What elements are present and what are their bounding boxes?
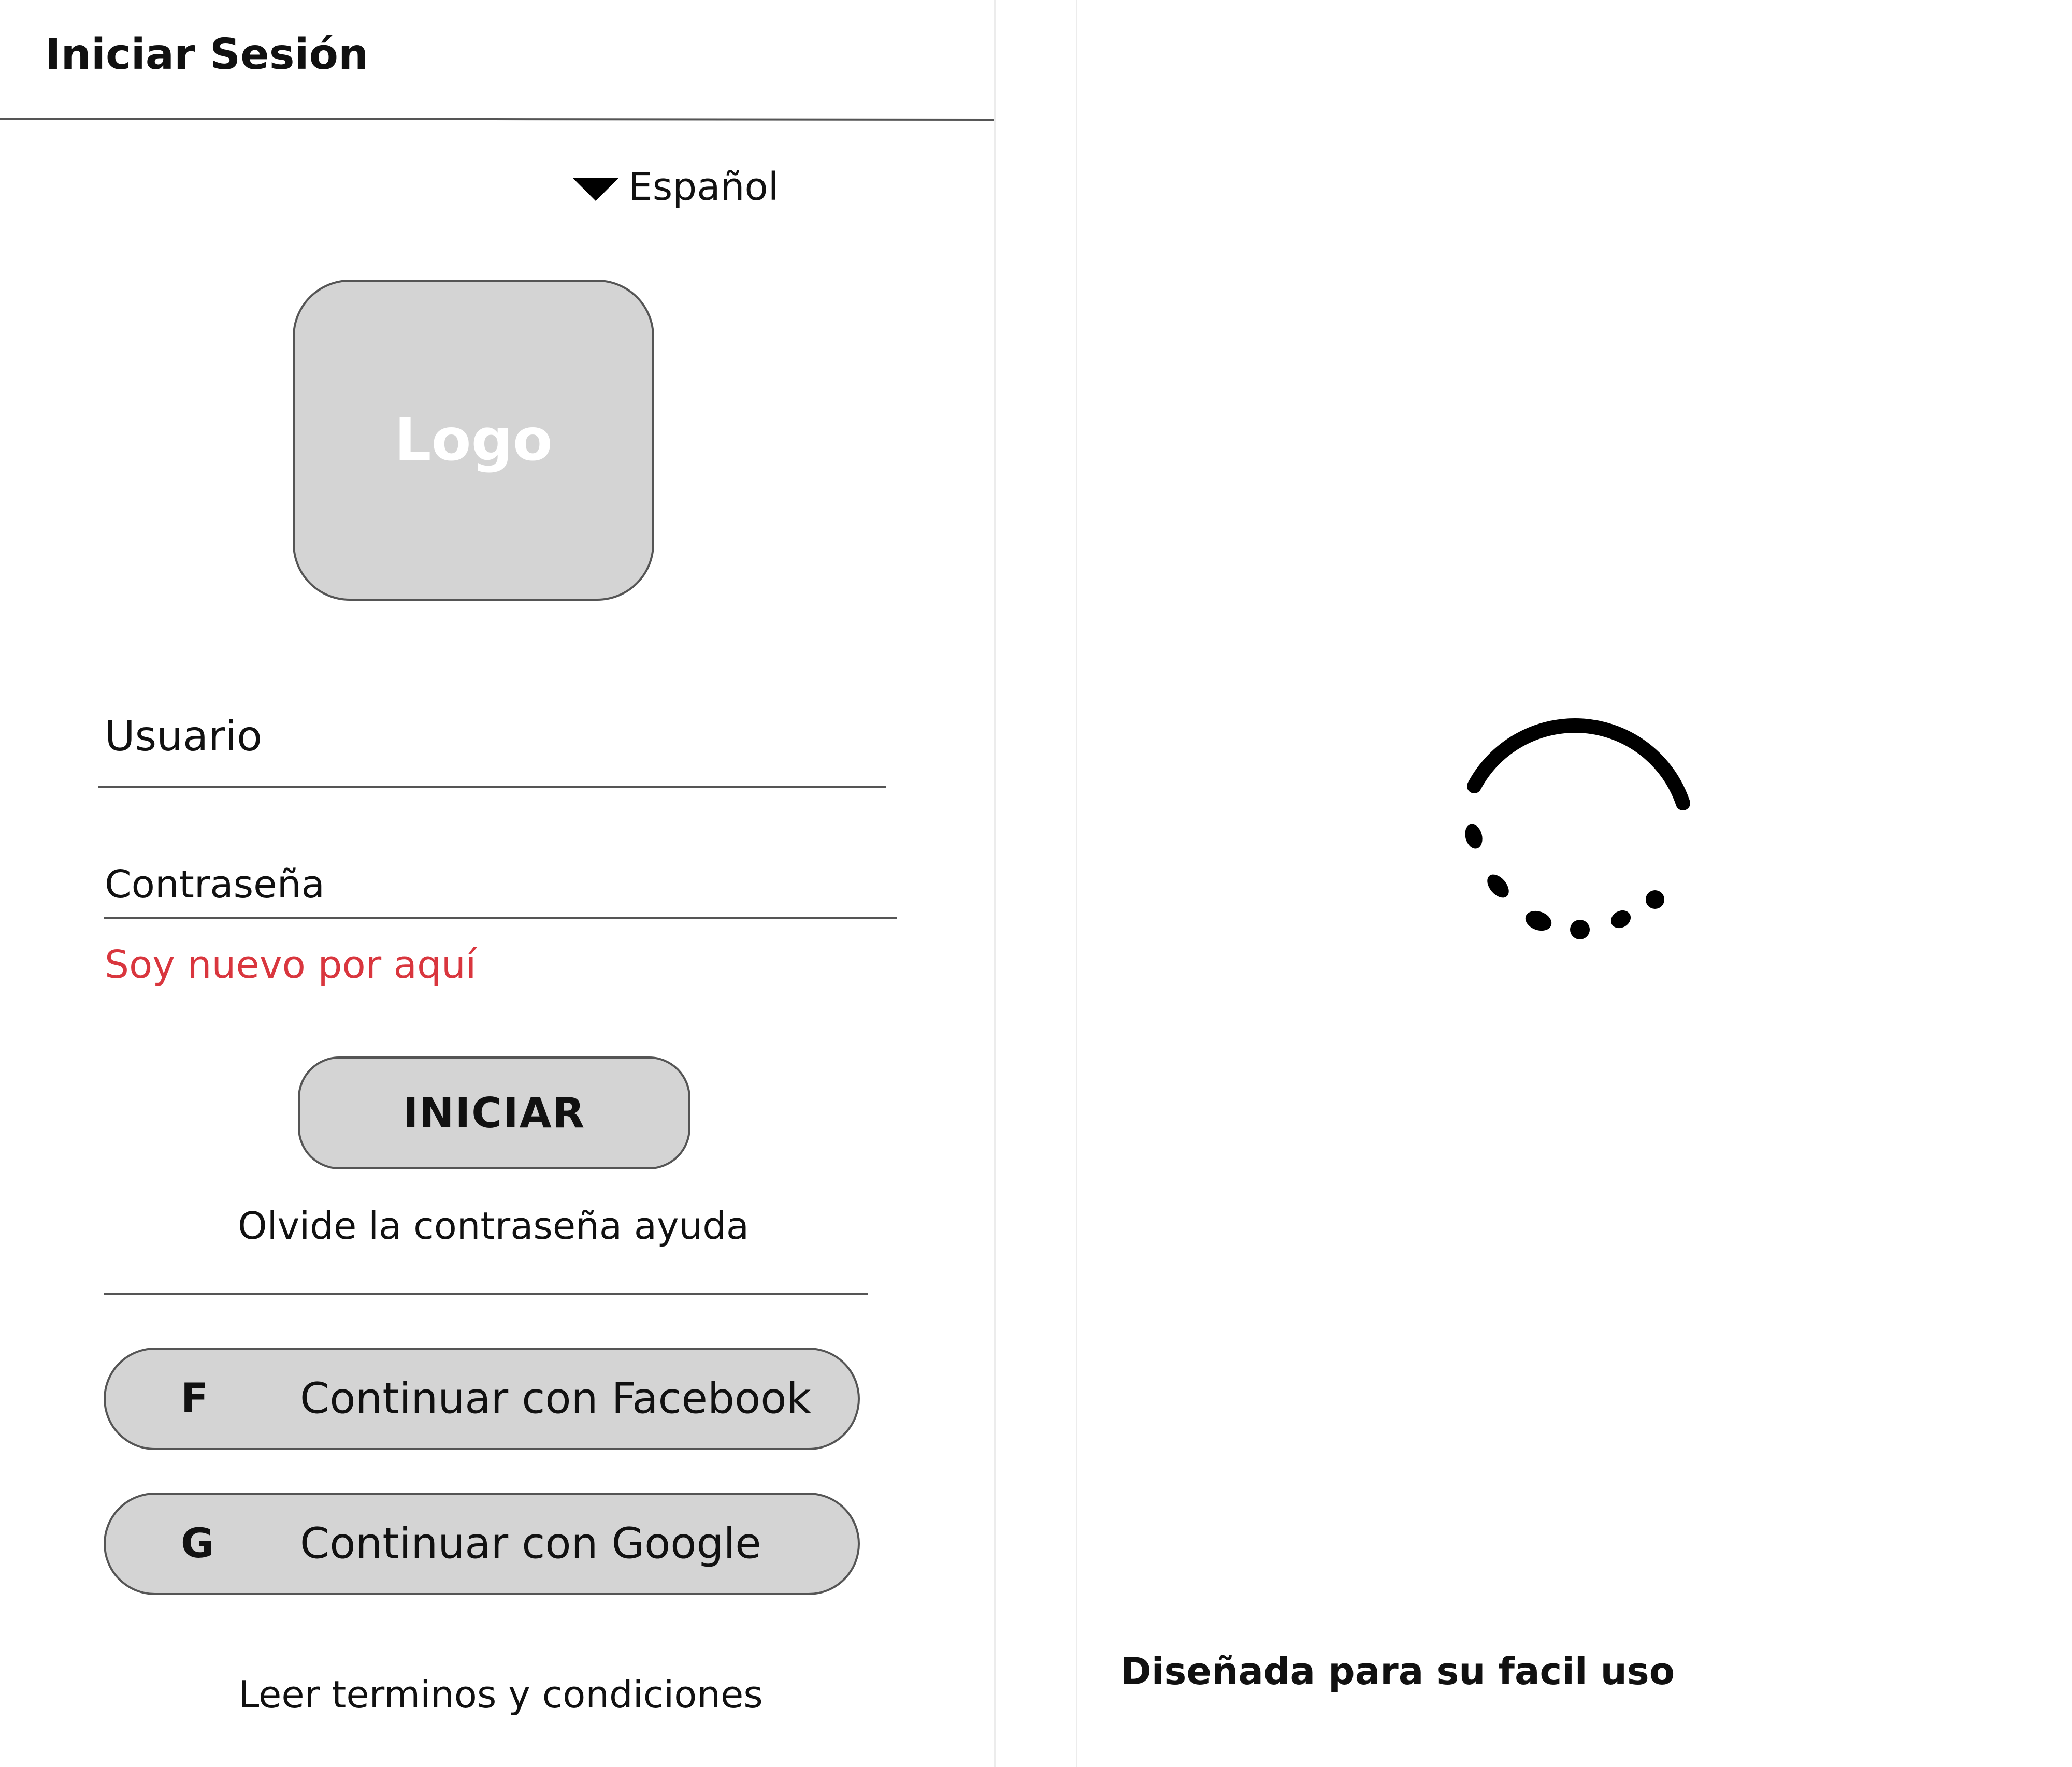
language-label: Español [628,165,779,209]
login-button-label: INICIAR [402,1089,586,1137]
facebook-icon: F [181,1375,209,1422]
password-underline [104,917,897,919]
google-icon: G [181,1520,214,1567]
login-button[interactable]: INICIAR [298,1056,690,1169]
password-field[interactable]: Contraseña [105,862,325,907]
facebook-button-label: Continuar con Facebook [300,1374,811,1424]
splash-tagline: Diseñada para su facil uso [1120,1649,1675,1693]
chevron-down-icon [572,177,619,201]
forgot-password-link[interactable]: Olvide la contraseña ayuda [0,1204,987,1248]
username-field[interactable]: Usuario [105,712,262,760]
language-selector[interactable]: Español [572,165,779,209]
google-button-label: Continuar con Google [300,1519,761,1569]
google-login-button[interactable]: G Continuar con Google [104,1493,860,1595]
social-divider [104,1293,868,1295]
page-title: Iniciar Sesión [45,30,369,79]
spinner-icon [1465,718,1690,939]
logo-text: Logo [394,407,553,474]
username-underline [98,786,886,788]
logo-placeholder: Logo [293,280,654,601]
facebook-login-button[interactable]: F Continuar con Facebook [104,1348,860,1450]
new-user-link[interactable]: Soy nuevo por aquí [105,943,476,987]
terms-link[interactable]: Leer terminos y condiciones [0,1673,1001,1716]
